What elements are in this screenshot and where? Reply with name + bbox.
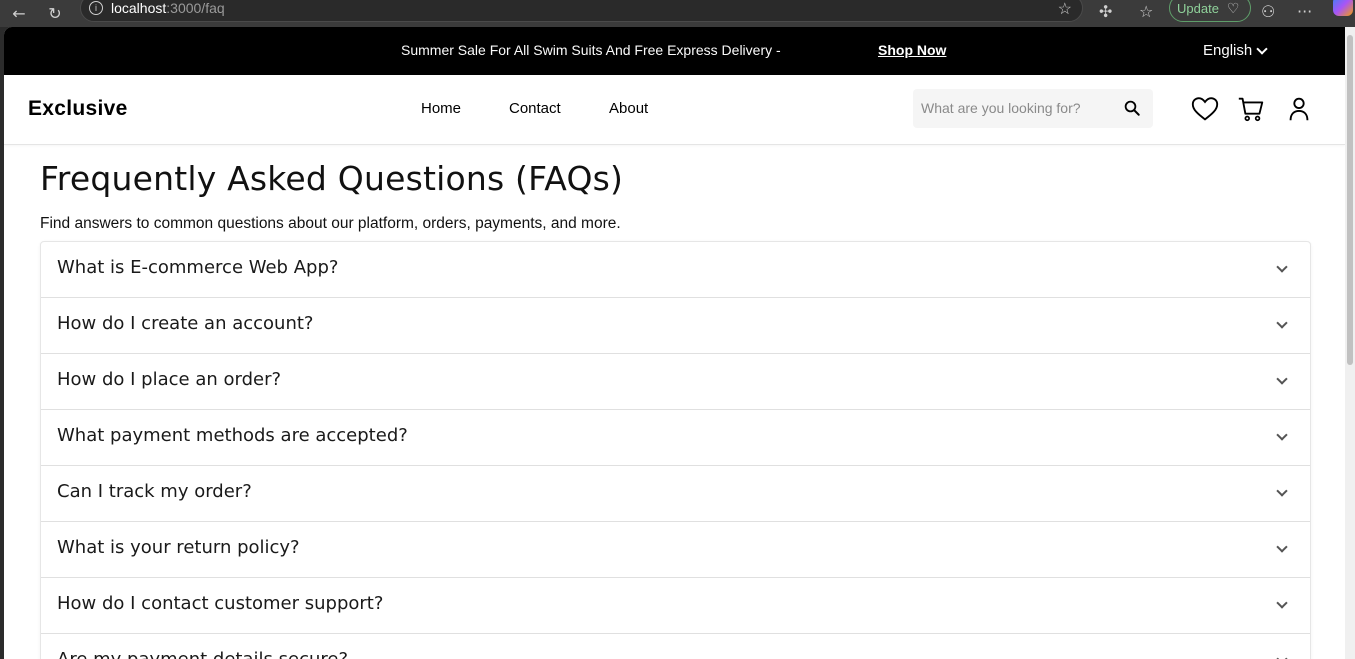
favorites-list-icon[interactable]: ☆ — [1139, 2, 1153, 21]
nav-about[interactable]: About — [609, 100, 648, 117]
faq-item[interactable]: How do I place an order? — [41, 354, 1310, 410]
chevron-down-icon — [1276, 597, 1288, 609]
chevron-down-icon — [1276, 317, 1288, 329]
faq-item[interactable]: What is E-commerce Web App? — [41, 242, 1310, 298]
faq-item[interactable]: Can I track my order? — [41, 466, 1310, 522]
chevron-down-icon — [1276, 261, 1288, 273]
search-box — [913, 89, 1153, 128]
site-logo[interactable]: Exclusive — [28, 97, 128, 121]
faq-question: What is your return policy? — [57, 537, 300, 558]
faq-question: How do I create an account? — [57, 313, 314, 334]
nav-contact[interactable]: Contact — [509, 100, 561, 117]
address-bar[interactable]: i localhost:3000/faq ☆ — [80, 0, 1083, 22]
url-host: localhost — [111, 0, 167, 16]
faq-item[interactable]: What is your return policy? — [41, 522, 1310, 578]
scrollbar-thumb[interactable] — [1347, 35, 1353, 365]
more-options-icon[interactable]: ··· — [1297, 2, 1312, 21]
page-viewport: Summer Sale For All Swim Suits And Free … — [4, 27, 1345, 659]
browser-essentials-icon: ♡ — [1226, 0, 1240, 16]
faq-item[interactable]: Are my payment details secure? — [41, 634, 1310, 659]
faq-item[interactable]: What payment methods are accepted? — [41, 410, 1310, 466]
promo-message: Summer Sale For All Swim Suits And Free … — [401, 42, 781, 58]
copilot-icon[interactable] — [1333, 0, 1353, 16]
profile-switch-icon[interactable]: ⚇ — [1261, 2, 1275, 21]
promo-bar: Summer Sale For All Swim Suits And Free … — [4, 27, 1345, 75]
faq-accordion: What is E-commerce Web App? How do I cre… — [40, 241, 1311, 659]
update-button[interactable]: Update ♡ — [1169, 0, 1251, 22]
page-title: Frequently Asked Questions (FAQs) — [40, 159, 624, 198]
chevron-down-icon — [1276, 541, 1288, 553]
faq-question: How do I place an order? — [57, 369, 282, 390]
nav-home[interactable]: Home — [421, 100, 461, 117]
site-header: Exclusive Home Contact About — [4, 75, 1345, 145]
faq-question: What payment methods are accepted? — [57, 425, 408, 446]
faq-question: How do I contact customer support? — [57, 593, 384, 614]
url-path: :3000/faq — [166, 0, 225, 16]
page-subtitle: Find answers to common questions about o… — [40, 215, 621, 232]
shop-now-link[interactable]: Shop Now — [878, 42, 946, 58]
chevron-down-icon — [1276, 373, 1288, 385]
chevron-down-icon — [1276, 653, 1288, 659]
faq-question: Are my payment details secure? — [57, 649, 348, 659]
favorite-star-icon[interactable]: ☆ — [1058, 0, 1072, 19]
update-label: Update — [1177, 0, 1219, 16]
extensions-icon[interactable]: ✣ — [1099, 2, 1112, 21]
cart-icon[interactable] — [1236, 94, 1266, 124]
faq-item[interactable]: How do I contact customer support? — [41, 578, 1310, 634]
page-scrollbar[interactable] — [1345, 27, 1355, 659]
wishlist-heart-icon[interactable] — [1190, 94, 1220, 124]
chevron-down-icon — [1276, 485, 1288, 497]
faq-item[interactable]: How do I create an account? — [41, 298, 1310, 354]
chevron-down-icon — [1256, 42, 1268, 55]
search-icon[interactable] — [1123, 99, 1141, 117]
language-selector[interactable]: English — [1203, 42, 1268, 59]
browser-toolbar: ← ↻ i localhost:3000/faq ☆ ✣ ☆ Update ♡ … — [0, 0, 1355, 27]
faq-question: What is E-commerce Web App? — [57, 257, 339, 278]
site-info-icon[interactable]: i — [89, 1, 103, 15]
reload-icon[interactable]: ↻ — [42, 3, 68, 25]
language-label: English — [1203, 42, 1253, 59]
search-input[interactable] — [921, 98, 1111, 118]
faq-question: Can I track my order? — [57, 481, 252, 502]
back-arrow-icon[interactable]: ← — [6, 3, 32, 25]
chevron-down-icon — [1276, 429, 1288, 441]
user-account-icon[interactable] — [1284, 94, 1314, 124]
